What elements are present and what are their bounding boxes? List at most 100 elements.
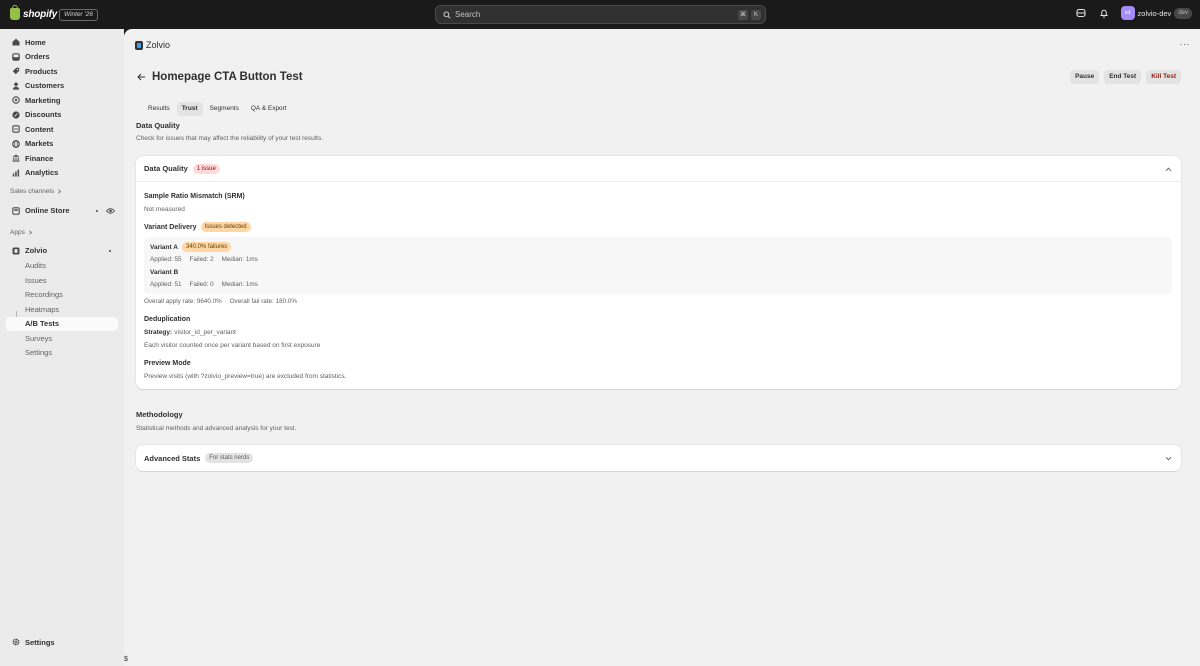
zolvio-logo-icon: [135, 40, 143, 50]
sidebar-item-orders[interactable]: Orders: [6, 50, 118, 64]
advanced-stats-header[interactable]: Advanced Stats For stats nerds: [136, 445, 1181, 471]
sidebar-item-surveys[interactable]: Surveys: [6, 331, 118, 345]
account-menu[interactable]: zd zolvio-dev dev: [1120, 6, 1192, 20]
sidebar-item-products[interactable]: Products: [6, 64, 118, 78]
sidebar-item-markets[interactable]: Markets: [6, 137, 118, 151]
end-test-button[interactable]: End Test: [1104, 70, 1142, 84]
globe-icon: [11, 139, 20, 148]
sidebar-item-label: Surveys: [25, 333, 53, 343]
gear-icon: [11, 638, 20, 647]
sidebar-item-analytics[interactable]: Analytics: [6, 166, 118, 180]
app-title: Zolvio: [146, 40, 171, 50]
tab-bar: Results Trust Segments QA & Export: [143, 102, 292, 116]
sidebar-item-app-settings[interactable]: Settings: [6, 346, 118, 360]
tab-qa-export[interactable]: QA & Export: [246, 102, 292, 116]
failed-count: Failed: 0: [189, 280, 214, 288]
page-actions: Pause End Test Kill Test: [1070, 70, 1181, 84]
kill-test-button[interactable]: Kill Test: [1146, 70, 1181, 84]
sidebar-item-label: Zolvio: [25, 246, 48, 255]
sidebar-item-label: Heatmaps: [25, 304, 60, 314]
sidebar-item-label: Recordings: [25, 290, 63, 299]
variant-b-name: Variant B: [150, 269, 179, 276]
sidebar-item-label: Products: [25, 66, 58, 76]
sidebar-item-label: Settings: [25, 348, 53, 357]
eye-icon[interactable]: [106, 207, 115, 215]
sidebar-item-finance[interactable]: Finance: [6, 151, 118, 165]
card-title: Data Quality: [144, 164, 188, 173]
issue-count-badge: 1 issue: [192, 163, 220, 174]
dedup-strategy: Strategy: visitor_id_per_variant: [144, 329, 236, 336]
sidebar-item-label: Settings: [25, 637, 55, 647]
advanced-stats-card[interactable]: Advanced Stats For stats nerds: [136, 445, 1181, 471]
sidebar-item-label: Orders: [25, 52, 50, 61]
preview-mode-title: Preview Mode: [144, 360, 191, 367]
pause-button[interactable]: Pause: [1070, 70, 1100, 84]
methodology-description: Statistical methods and advanced analysi…: [136, 425, 297, 432]
sales-channels-label: Sales channels: [10, 188, 55, 195]
brand-name: shopify: [23, 8, 58, 20]
sidebar-item-issues[interactable]: Issues: [6, 273, 118, 287]
notifications-bell-icon[interactable]: [1098, 7, 1110, 19]
variant-a-stats: Applied: 55 Failed: 2 Median: 1ms: [150, 256, 258, 263]
sidebar-item-customers[interactable]: Customers: [6, 79, 118, 93]
search-input[interactable]: Search ⌘ K: [435, 5, 766, 24]
search-icon: [443, 10, 451, 19]
sidebar-item-home[interactable]: Home: [6, 35, 118, 49]
sidebar-item-label: Analytics: [25, 168, 59, 177]
apps-header[interactable]: Apps: [10, 229, 33, 236]
sidebar-item-label: Marketing: [25, 95, 61, 105]
back-arrow-icon[interactable]: [137, 73, 146, 81]
applied-count: Applied: 55: [150, 256, 182, 263]
tab-trust[interactable]: Trust: [176, 102, 203, 116]
dedup-title: Deduplication: [144, 316, 191, 323]
sidebar-item-discounts[interactable]: Discounts: [6, 108, 118, 122]
more-actions-icon[interactable]: ···: [1180, 39, 1191, 49]
status-dot: [109, 249, 111, 252]
app-header: Zolvio: [135, 40, 170, 50]
tab-segments[interactable]: Segments: [205, 102, 244, 116]
tab-results[interactable]: Results: [143, 102, 175, 116]
sidebar-item-content[interactable]: Content: [6, 122, 118, 136]
sidebar-item-label: A/B Tests: [25, 319, 60, 328]
overall-apply-rate: Overall apply rate: 9640.0%: [144, 298, 222, 305]
sidebar-item-label: Content: [25, 124, 54, 134]
bank-icon: [11, 154, 20, 163]
sidebar: Home Orders Products Customers Marketing…: [0, 29, 124, 666]
tag-icon: [11, 67, 20, 76]
data-quality-card-header[interactable]: Data Quality 1 issue: [136, 156, 1181, 182]
main-content: Zolvio ··· Homepage CTA Button Test Paus…: [124, 29, 1200, 666]
variant-delivery-panel: Variant A 340.0% failures Applied: 55 Fa…: [144, 237, 1172, 294]
sidebar-item-recordings[interactable]: Recordings: [6, 288, 118, 302]
zolvio-app-icon: [11, 246, 20, 255]
variant-delivery-header: Variant Delivery Issues detected: [144, 222, 251, 232]
sidebar-item-online-store[interactable]: Online Store: [6, 204, 118, 218]
sidebar-item-zolvio[interactable]: Zolvio: [6, 244, 118, 258]
page-title: Homepage CTA Button Test: [152, 71, 303, 83]
sales-channels-header[interactable]: Sales channels: [10, 188, 62, 195]
chevron-up-icon[interactable]: [1165, 166, 1172, 173]
chevron-down-icon[interactable]: [1165, 455, 1172, 462]
issues-detected-badge: Issues detected: [200, 222, 251, 232]
orders-icon: [11, 52, 20, 61]
sidebar-item-heatmaps[interactable]: Heatmaps: [6, 302, 118, 316]
sidebar-item-label: Finance: [25, 153, 54, 163]
sidebar-item-label: Issues: [25, 275, 47, 285]
failure-rate-badge: 340.0% failures: [181, 242, 232, 252]
sidebar-item-settings[interactable]: Settings: [6, 635, 118, 649]
sidebar-item-audits[interactable]: Audits: [6, 259, 118, 273]
strategy-value: visitor_id_per_variant: [174, 329, 236, 336]
sidebar-item-label: Online Store: [25, 206, 70, 215]
sidebar-item-label: Customers: [25, 81, 65, 90]
stats-nerds-badge: For stats nerds: [205, 453, 254, 463]
methodology-heading: Methodology: [136, 410, 183, 419]
sidebar-item-ab-tests[interactable]: A/B Tests: [6, 316, 118, 331]
sidebar-item-label: Home: [25, 37, 46, 47]
search-placeholder: Search: [455, 10, 481, 19]
data-quality-description: Check for issues that may affect the rel…: [136, 135, 324, 142]
overall-fail-rate: Overall fail rate: 180.0%: [229, 298, 297, 305]
sidebar-item-marketing[interactable]: Marketing: [6, 93, 118, 107]
home-icon: [11, 38, 20, 47]
shopify-logo[interactable]: shopify: [10, 5, 58, 20]
sidekick-icon[interactable]: [1075, 7, 1087, 19]
srm-value: Not measured: [144, 206, 185, 213]
